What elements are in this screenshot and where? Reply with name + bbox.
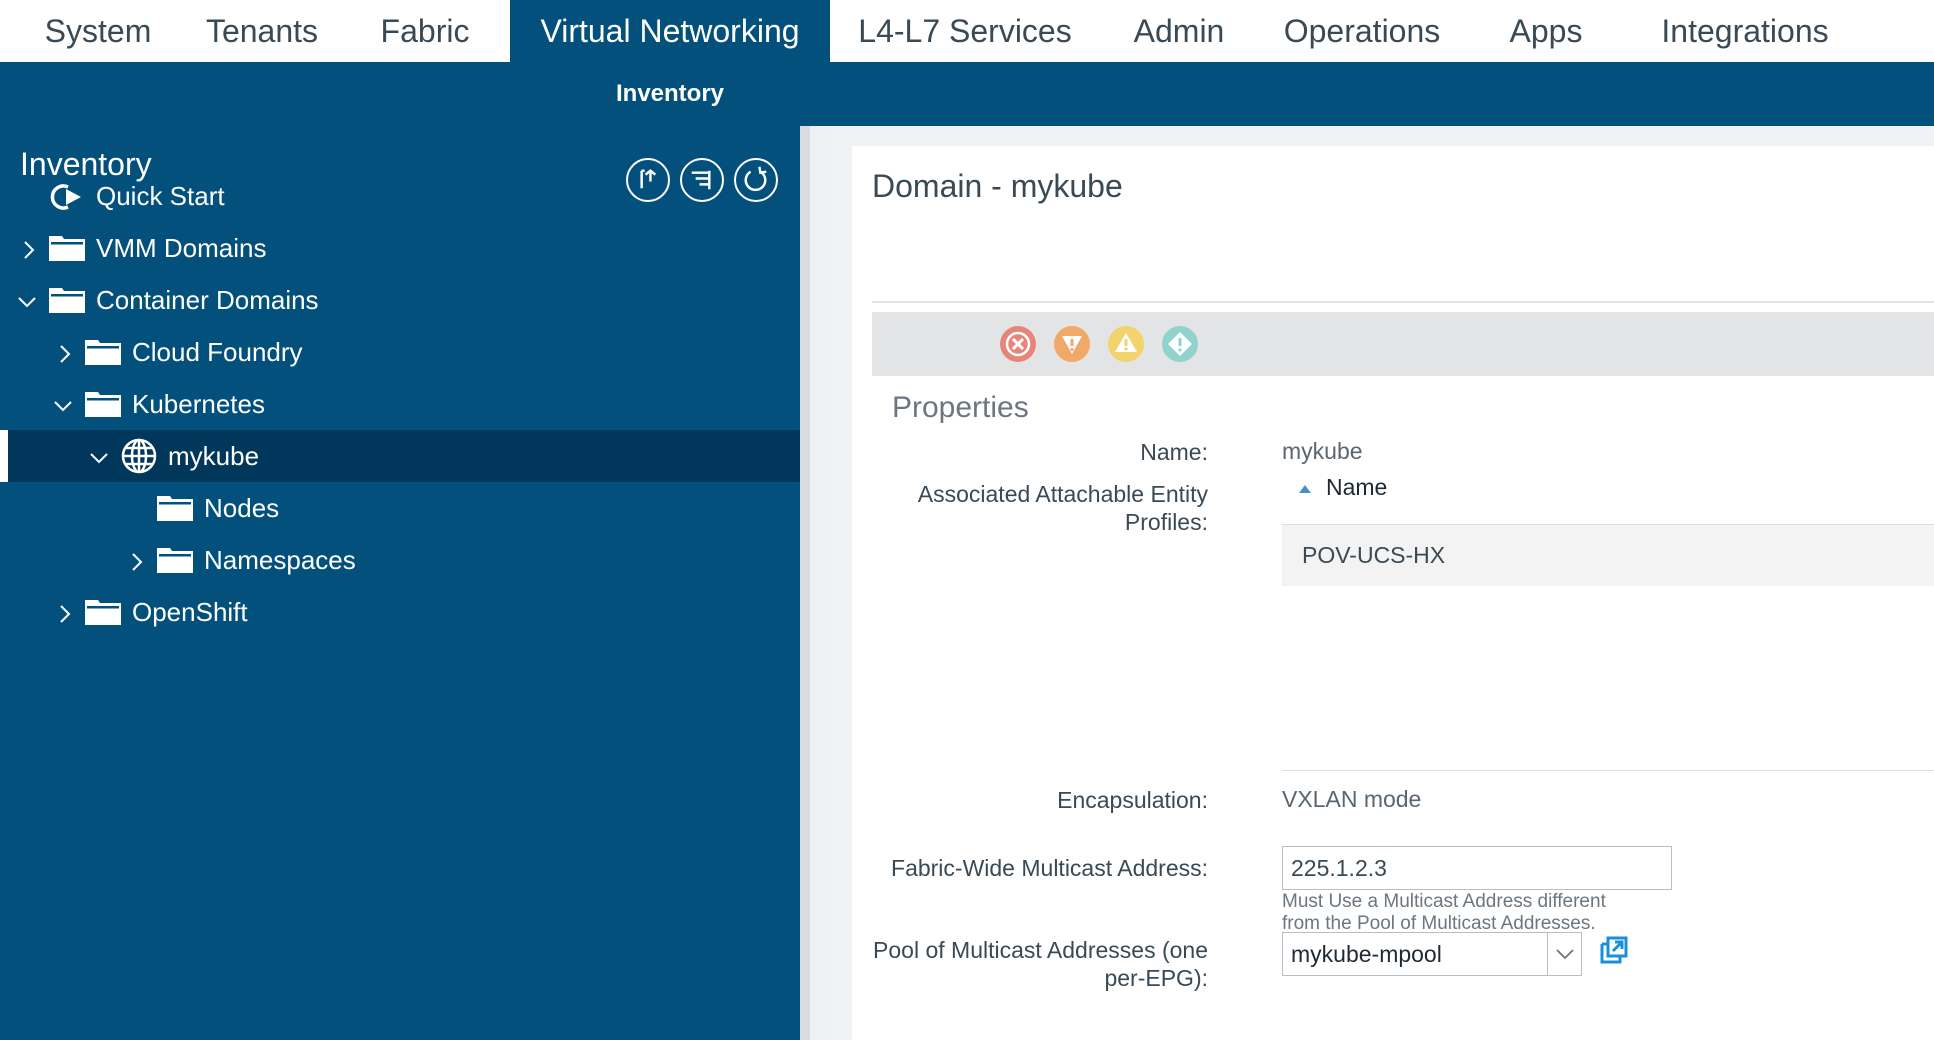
sort-ascending-icon[interactable] bbox=[1298, 484, 1312, 494]
pool-label-line1: Pool of Multicast Addresses (one bbox=[873, 937, 1208, 963]
tab-system[interactable]: System bbox=[0, 0, 196, 62]
folder-icon bbox=[156, 494, 194, 522]
name-value: mykube bbox=[1282, 438, 1363, 464]
tree-item-container-domains[interactable]: Container Domains bbox=[0, 274, 800, 326]
tree-label: Namespaces bbox=[204, 544, 356, 575]
encapsulation-value: VXLAN mode bbox=[1282, 786, 1422, 812]
tree-label: OpenShift bbox=[132, 596, 248, 627]
folder-icon bbox=[84, 598, 122, 626]
critical-fault-icon[interactable] bbox=[998, 324, 1038, 364]
pool-select-value: mykube-mpool bbox=[1291, 941, 1442, 967]
tree-item-openshift[interactable]: OpenShift bbox=[0, 586, 800, 638]
navigation-sidebar: Inventory Quick Start VMM Domains Contai… bbox=[0, 126, 800, 1040]
pane-splitter[interactable] bbox=[800, 126, 832, 1040]
globe-icon bbox=[120, 437, 158, 475]
major-fault-icon[interactable] bbox=[1052, 324, 1092, 364]
domain-panel: Domain - mykube Properties Name: mykube … bbox=[852, 146, 1934, 1040]
chevron-right-icon[interactable] bbox=[126, 549, 148, 571]
aep-label-line1: Associated Attachable Entity bbox=[917, 481, 1208, 507]
minor-fault-icon[interactable] bbox=[1106, 324, 1146, 364]
folder-icon bbox=[48, 286, 86, 314]
aep-table-header[interactable]: Name bbox=[1282, 468, 1934, 510]
tree-label: Kubernetes bbox=[132, 388, 265, 419]
tree-item-cloud-foundry[interactable]: Cloud Foundry bbox=[0, 326, 800, 378]
tab-l4-l7-services[interactable]: L4-L7 Services bbox=[840, 0, 1090, 62]
tree-label: Quick Start bbox=[96, 180, 225, 211]
multicast-help-text: Must Use a Multicast Address different f… bbox=[1282, 891, 1682, 935]
tree-label: mykube bbox=[168, 440, 260, 471]
folder-icon bbox=[84, 338, 122, 366]
aep-label: Associated Attachable Entity Profiles: bbox=[918, 480, 1208, 536]
sub-nav: Inventory bbox=[0, 62, 1934, 126]
subtab-inventory[interactable]: Inventory bbox=[616, 80, 724, 108]
properties-heading: Properties bbox=[892, 391, 1029, 424]
folder-icon bbox=[156, 546, 194, 574]
tab-tenants[interactable]: Tenants bbox=[196, 0, 328, 62]
tree-label: Container Domains bbox=[96, 284, 319, 315]
warning-fault-icon[interactable] bbox=[1160, 324, 1200, 364]
faults-toolbar bbox=[872, 312, 1934, 376]
chevron-right-icon[interactable] bbox=[18, 237, 40, 259]
tab-fabric[interactable]: Fabric bbox=[356, 0, 494, 62]
top-nav: System Tenants Fabric Virtual Networking… bbox=[0, 0, 1934, 62]
quick-start-icon bbox=[46, 182, 86, 212]
tree-label: VMM Domains bbox=[96, 232, 267, 263]
tree-item-namespaces[interactable]: Namespaces bbox=[0, 534, 800, 586]
folder-icon bbox=[84, 390, 122, 418]
folder-icon bbox=[48, 234, 86, 262]
tree-item-quick-start[interactable]: Quick Start bbox=[0, 170, 800, 222]
tree-item-kubernetes[interactable]: Kubernetes bbox=[0, 378, 800, 430]
tab-apps[interactable]: Apps bbox=[1490, 0, 1602, 62]
aep-label-line2: Profiles: bbox=[1124, 509, 1208, 535]
tree-item-mykube[interactable]: mykube bbox=[0, 430, 800, 482]
multicast-pool-label: Pool of Multicast Addresses (one per-EPG… bbox=[873, 936, 1208, 992]
aep-column-name: Name bbox=[1326, 474, 1388, 500]
chevron-down-icon[interactable] bbox=[1547, 933, 1581, 975]
tree-label: Nodes bbox=[204, 492, 280, 523]
multicast-address-input[interactable] bbox=[1282, 846, 1672, 890]
tree-label: Cloud Foundry bbox=[132, 336, 303, 367]
divider bbox=[872, 301, 1934, 303]
help-line: Must Use a Multicast Address different bbox=[1282, 891, 1606, 912]
chevron-right-icon[interactable] bbox=[54, 601, 76, 623]
encapsulation-label: Encapsulation: bbox=[1057, 787, 1208, 813]
tab-virtual-networking[interactable]: Virtual Networking bbox=[510, 0, 830, 62]
multicast-address-label: Fabric-Wide Multicast Address: bbox=[891, 855, 1208, 881]
chevron-down-icon[interactable] bbox=[16, 289, 38, 311]
chevron-down-icon[interactable] bbox=[52, 393, 74, 415]
tree-item-vmm-domains[interactable]: VMM Domains bbox=[0, 222, 800, 274]
name-label: Name: bbox=[1140, 439, 1208, 465]
pool-label-line2: per-EPG): bbox=[1104, 965, 1208, 991]
divider bbox=[1282, 770, 1934, 771]
table-row[interactable]: POV-UCS-HX bbox=[1282, 524, 1934, 586]
multicast-pool-select[interactable]: mykube-mpool bbox=[1282, 932, 1582, 976]
open-in-new-icon[interactable] bbox=[1598, 934, 1630, 966]
tab-admin[interactable]: Admin bbox=[1100, 0, 1258, 62]
page-title: Domain - mykube bbox=[872, 168, 1123, 204]
tab-operations[interactable]: Operations bbox=[1270, 0, 1454, 62]
content-pane: Domain - mykube Properties Name: mykube … bbox=[832, 126, 1934, 1040]
chevron-down-icon[interactable] bbox=[88, 445, 110, 467]
tab-integrations[interactable]: Integrations bbox=[1640, 0, 1850, 62]
tree-item-nodes[interactable]: Nodes bbox=[0, 482, 800, 534]
aep-row-name: POV-UCS-HX bbox=[1302, 542, 1446, 568]
chevron-right-icon[interactable] bbox=[54, 341, 76, 363]
